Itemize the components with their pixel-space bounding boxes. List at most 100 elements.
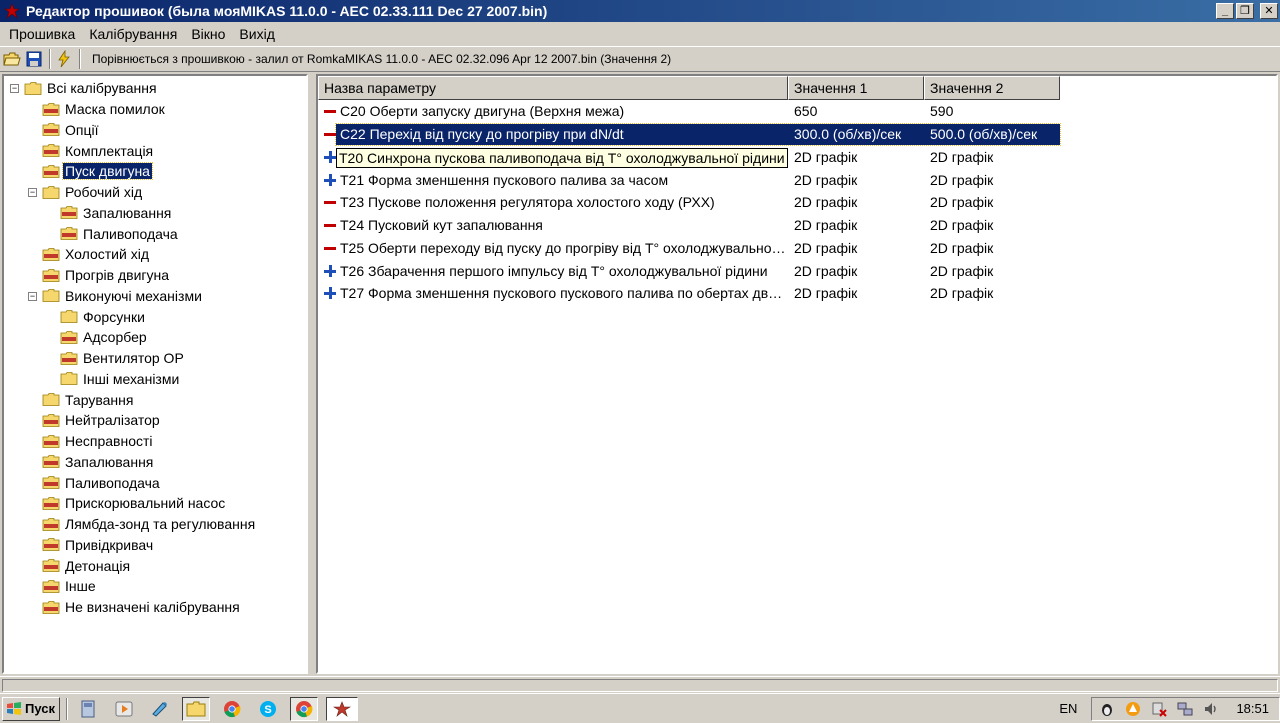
tree-node[interactable]: Прискорювальний насос xyxy=(4,493,306,514)
tree-node[interactable]: Вентилятор ОР xyxy=(4,348,306,369)
tree-node[interactable]: Прогрів двигуна xyxy=(4,265,306,286)
tray-app-1[interactable] xyxy=(1098,700,1116,718)
taskbar-explorer[interactable] xyxy=(182,696,210,721)
tree-collapse-icon[interactable]: − xyxy=(28,291,37,301)
menu-firmware[interactable]: Прошивка xyxy=(2,26,82,42)
tree-node[interactable]: Тарування xyxy=(4,389,306,410)
compare-button[interactable] xyxy=(54,49,74,69)
parameter-row[interactable]: C20 Оберти запуску двигуна (Верхня межа)… xyxy=(318,100,1276,123)
tree-node[interactable]: Паливоподача xyxy=(4,472,306,493)
taskbar-skype[interactable]: S xyxy=(254,697,282,721)
volume-icon xyxy=(1205,702,1217,715)
language-indicator[interactable]: EN xyxy=(1059,701,1077,716)
calibration-tree-panel[interactable]: − Всі калібрування Маска помилок Опції Компл… xyxy=(2,74,308,674)
folder-icon xyxy=(42,600,60,614)
value1-cell: 2D графік xyxy=(794,239,858,256)
tree-node[interactable]: Запалювання xyxy=(4,203,306,224)
parameter-row[interactable]: T24 Пусковий кут запалювання 2D графік 2D … xyxy=(318,214,1276,237)
parameter-row[interactable]: T25 Оберти переходу від пуску до прогрів… xyxy=(318,237,1276,260)
taskbar-chrome[interactable] xyxy=(218,697,246,721)
tree-node[interactable]: Маска помилок xyxy=(4,99,306,120)
tree-collapse-icon[interactable]: − xyxy=(28,187,37,197)
tree-node[interactable]: Паливоподача xyxy=(4,223,306,244)
calibration-tree: − Всі калібрування Маска помилок Опції Компл… xyxy=(4,76,306,618)
tree-node[interactable]: − Виконуючі механізми xyxy=(4,286,306,307)
tree-node[interactable]: Нейтралізатор xyxy=(4,410,306,431)
tray-network[interactable] xyxy=(1176,700,1194,718)
tree-node[interactable]: Привідкривач xyxy=(4,535,306,556)
tree-node[interactable]: Холостий хід xyxy=(4,244,306,265)
taskbar-computer[interactable] xyxy=(74,697,102,721)
tray-app-2[interactable] xyxy=(1124,700,1142,718)
taskbar: Пуск S EN 18:51 xyxy=(0,693,1280,723)
tree-node[interactable]: Несправності xyxy=(4,431,306,452)
save-button[interactable] xyxy=(24,49,44,69)
tree-node[interactable]: Форсунки xyxy=(4,306,306,327)
folder-icon xyxy=(42,185,60,199)
value1-cell: 2D графік xyxy=(794,217,858,234)
taskbar-chrome-2[interactable] xyxy=(290,696,318,721)
column-header-name[interactable]: Назва параметру xyxy=(318,76,788,100)
tree-node[interactable]: Лямбда-зонд та регулювання xyxy=(4,514,306,535)
taskbar-firmware-editor[interactable] xyxy=(326,696,358,721)
chrome-icon xyxy=(224,700,241,717)
window-title: Редактор прошивок (была мояMIKAS 11.0.0 … xyxy=(26,3,548,19)
parameter-row[interactable]: T27 Форма зменшення пускового пускового … xyxy=(318,282,1276,305)
tree-node[interactable]: Комплектація xyxy=(4,140,306,161)
title-bar[interactable]: Редактор прошивок (была мояMIKAS 11.0.0 … xyxy=(0,0,1280,22)
start-button[interactable]: Пуск xyxy=(2,696,60,721)
plus-icon xyxy=(324,150,336,163)
parameter-rows: C20 Оберти запуску двигуна (Верхня межа)… xyxy=(318,100,1276,305)
parameter-row[interactable]: C22 Перехід від пуску до прогріву при dN… xyxy=(318,122,1276,146)
tree-node-label: Прогрів двигуна xyxy=(65,267,170,284)
minus-icon xyxy=(324,242,336,254)
folder-icon xyxy=(60,227,78,241)
open-button[interactable] xyxy=(2,49,22,69)
column-header-value2[interactable]: Значення 2 xyxy=(924,76,1060,100)
parameter-name-cell: C22 Перехід від пуску до прогріву при dN… xyxy=(318,126,788,142)
parameter-row[interactable]: T21 Форма зменшення пускового палива за … xyxy=(318,168,1276,191)
tree-node[interactable]: − Робочий хід xyxy=(4,182,306,203)
restore-button[interactable]: ❐ xyxy=(1236,3,1254,19)
close-button[interactable]: ✕ xyxy=(1260,3,1278,19)
tree-node[interactable]: − Всі калібрування xyxy=(4,78,306,99)
tree-node-label: Запалювання xyxy=(83,204,172,221)
parameter-row[interactable]: T23 Пускове положення регулятора холосто… xyxy=(318,191,1276,214)
taskbar-paint[interactable] xyxy=(146,697,174,721)
value2-cell: 2D графік xyxy=(930,285,994,302)
taskbar-media-player[interactable] xyxy=(110,697,138,721)
folder-icon xyxy=(60,372,78,386)
tray-volume[interactable] xyxy=(1202,700,1220,718)
tree-node[interactable]: Детонація xyxy=(4,555,306,576)
tree-node[interactable]: Не визначені калібрування xyxy=(4,597,306,618)
folder-icon xyxy=(42,517,60,531)
safely-remove-icon xyxy=(1152,702,1168,717)
value1-cell: 2D графік xyxy=(794,262,858,279)
tree-node[interactable]: Пуск двигуна xyxy=(4,161,306,182)
tree-node-label: Паливоподача xyxy=(65,474,160,491)
tree-node[interactable]: Запалювання xyxy=(4,452,306,473)
tree-node[interactable]: Інші механізми xyxy=(4,369,306,390)
parameter-list-panel[interactable]: Назва параметру Значення 1 Значення 2 C2… xyxy=(316,74,1278,674)
clock[interactable]: 18:51 xyxy=(1236,701,1269,716)
menu-window[interactable]: Вікно xyxy=(184,26,232,42)
folder-icon xyxy=(42,413,60,427)
minus-icon xyxy=(324,219,336,231)
tree-collapse-icon[interactable]: − xyxy=(10,84,19,93)
panel-splitter[interactable] xyxy=(308,74,316,674)
folder-icon xyxy=(42,164,60,178)
media-player-icon xyxy=(115,701,133,716)
folder-icon xyxy=(42,538,60,552)
tray-app-3[interactable] xyxy=(1150,700,1168,718)
menu-calibration[interactable]: Калібрування xyxy=(82,26,184,42)
minus-icon xyxy=(324,196,336,208)
open-folder-icon xyxy=(3,52,21,66)
tree-node[interactable]: Опції xyxy=(4,120,306,141)
minimize-button[interactable]: _ xyxy=(1216,3,1234,19)
tree-node[interactable]: Адсорбер xyxy=(4,327,306,348)
column-header-value1[interactable]: Значення 1 xyxy=(788,76,924,100)
folder-icon xyxy=(24,81,42,95)
parameter-row[interactable]: T26 Збарачення першого імпульсу від T° о… xyxy=(318,259,1276,282)
tree-node[interactable]: Інше xyxy=(4,576,306,597)
menu-exit[interactable]: Вихід xyxy=(232,26,281,42)
